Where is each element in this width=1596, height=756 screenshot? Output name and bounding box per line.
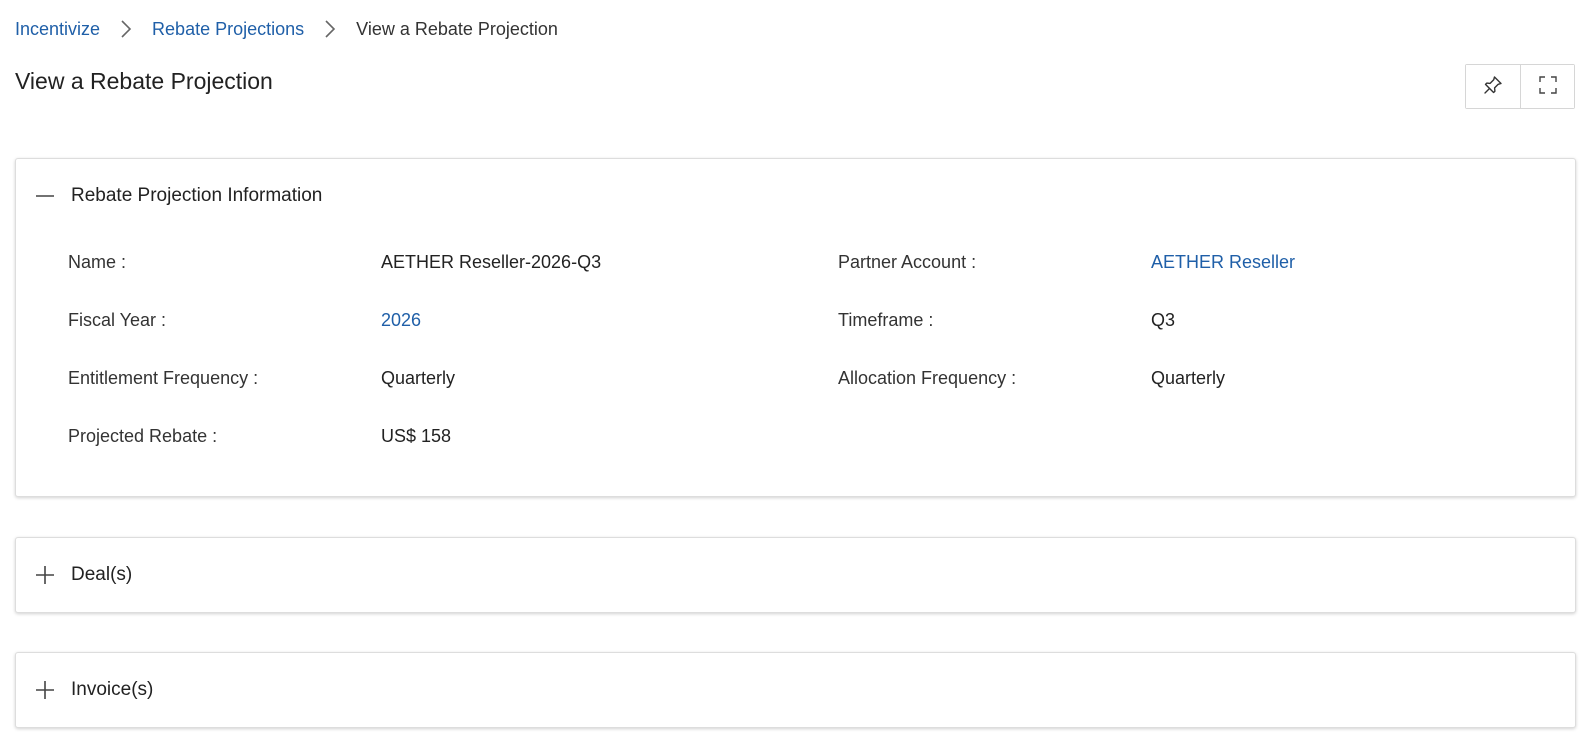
expand-icon[interactable] <box>34 564 56 586</box>
header-actions <box>1465 64 1575 109</box>
partner-account-label: Partner Account : <box>838 252 977 272</box>
breadcrumb-rebate-projections[interactable]: Rebate Projections <box>152 19 304 40</box>
projected-rebate-label: Projected Rebate : <box>68 426 218 446</box>
deals-header[interactable]: Deal(s) <box>16 538 1575 612</box>
name-label: Name : <box>68 252 127 272</box>
fiscal-year-label: Fiscal Year : <box>68 310 167 330</box>
breadcrumb: Incentivize Rebate Projections View a Re… <box>15 17 558 41</box>
field-grid: Name : AETHER Reseller-2026-Q3 Partner A… <box>68 252 1548 484</box>
projected-rebate-value: US$ 158 <box>381 426 452 446</box>
pin-icon <box>1482 74 1504 99</box>
partner-account-link[interactable]: AETHER Reseller <box>1151 252 1295 273</box>
entitlement-frequency-label: Entitlement Frequency : <box>68 368 259 388</box>
panel-title: Rebate Projection Information <box>71 185 323 206</box>
invoices-panel: Invoice(s) <box>15 652 1576 728</box>
field-row: Entitlement Frequency : Quarterly Alloca… <box>68 368 1548 426</box>
rebate-projection-information-panel: Rebate Projection Information Name : AET… <box>15 158 1576 497</box>
fullscreen-icon <box>1537 74 1559 99</box>
chevron-right-icon <box>100 17 152 41</box>
field-row: Fiscal Year : 2026 Timeframe : Q3 <box>68 310 1548 368</box>
fiscal-year-link[interactable]: 2026 <box>381 310 421 331</box>
panel-title: Deal(s) <box>71 564 133 585</box>
page: Incentivize Rebate Projections View a Re… <box>0 0 1596 756</box>
page-title: View a Rebate Projection <box>15 68 273 94</box>
chevron-right-icon <box>304 17 356 41</box>
fullscreen-button[interactable] <box>1520 65 1574 108</box>
allocation-frequency-value: Quarterly <box>1151 368 1226 388</box>
name-value: AETHER Reseller-2026-Q3 <box>381 252 602 272</box>
deals-panel: Deal(s) <box>15 537 1576 613</box>
allocation-frequency-label: Allocation Frequency : <box>838 368 1017 388</box>
invoices-header[interactable]: Invoice(s) <box>16 653 1575 727</box>
rebate-projection-information-header[interactable]: Rebate Projection Information <box>16 159 1575 233</box>
entitlement-frequency-value: Quarterly <box>381 368 456 388</box>
expand-icon[interactable] <box>34 679 56 701</box>
breadcrumb-current: View a Rebate Projection <box>356 18 558 39</box>
breadcrumb-incentivize[interactable]: Incentivize <box>15 19 100 40</box>
timeframe-value: Q3 <box>1151 310 1176 330</box>
field-row: Projected Rebate : US$ 158 <box>68 426 1548 484</box>
field-row: Name : AETHER Reseller-2026-Q3 Partner A… <box>68 252 1548 310</box>
panel-title: Invoice(s) <box>71 679 154 700</box>
collapse-icon[interactable] <box>34 185 56 207</box>
pin-button[interactable] <box>1466 65 1520 108</box>
timeframe-label: Timeframe : <box>838 310 934 330</box>
